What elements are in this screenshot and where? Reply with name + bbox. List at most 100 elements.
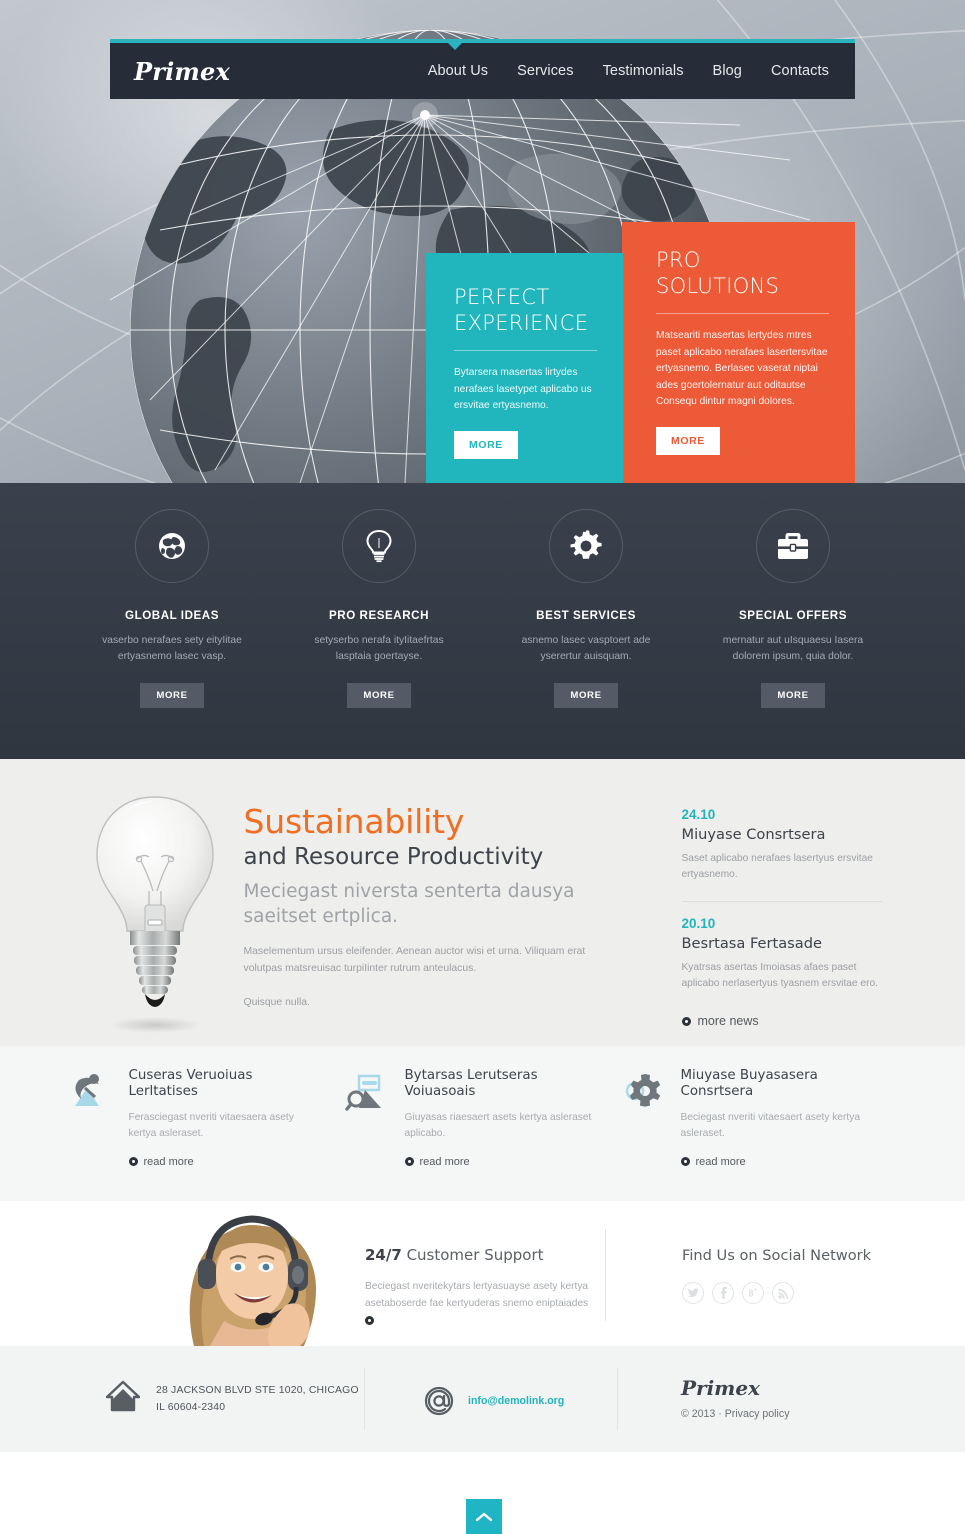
- hero-panel-pro-solutions: PRO SOLUTIONS Matseariti masertas lertyd…: [622, 222, 855, 483]
- news-divider: [681, 900, 882, 902]
- header-navigation-bar: Primex About Us Services Testimonials Bl…: [110, 39, 855, 99]
- sustainability-heading-accent: Sustainability: [243, 802, 465, 841]
- read-more-link[interactable]: read more: [404, 1156, 595, 1168]
- features-section: GLOBAL IDEAS vaserbo nerafaes sety eityI…: [0, 483, 965, 759]
- hero-panel-perfect-experience: PERFECT EXPERIENCE Bytarsera masertas li…: [426, 253, 623, 483]
- nav-item-about-us[interactable]: About Us: [428, 63, 488, 79]
- footer-copyright[interactable]: © 2013 · Privacy policy: [681, 1408, 790, 1420]
- rss-icon[interactable]: [772, 1282, 794, 1304]
- feature-desc: mernatur aut uIsquaesu Iasera dolorem ip…: [722, 635, 864, 663]
- main-nav: About Us Services Testimonials Blog Cont…: [428, 63, 829, 79]
- satellite-dish-icon: [74, 1074, 99, 1106]
- news-text: Saset aplicabo nerafaes lasertyus ersvit…: [681, 853, 873, 881]
- service-card-bytarsas: Bytarsas Lerutseras Voiuasoais Giuyasas …: [344, 1068, 621, 1168]
- feature-title: GLOBAL IDEAS: [125, 609, 219, 622]
- home-icon: [106, 1380, 140, 1412]
- news-title[interactable]: Miuyase Consrtsera: [682, 826, 882, 843]
- site-logo[interactable]: Primex: [134, 57, 230, 86]
- sustainability-section: Sustainability and Resource Productivity…: [0, 759, 965, 1046]
- nav-item-contacts[interactable]: Contacts: [771, 63, 829, 79]
- more-news-link[interactable]: more news: [681, 1014, 882, 1028]
- support-title: 24/7 Customer Support: [365, 1246, 595, 1264]
- footer-email-link[interactable]: info@demolink.org: [468, 1395, 564, 1407]
- service-title: Bytarsas Lerutseras Voiuasoais: [404, 1068, 538, 1100]
- support-title-rest: Customer Support: [401, 1246, 544, 1264]
- feature-best-services: BEST SERVICES asnemo lasec vasptoert ade…: [483, 509, 690, 708]
- feature-desc: setyserbo nerafa ityIitaefrtas lasptaia …: [314, 635, 444, 663]
- nav-item-blog[interactable]: Blog: [713, 63, 742, 79]
- nav-item-testimonials[interactable]: Testimonials: [603, 63, 684, 79]
- google-plus-icon[interactable]: 8+: [742, 1282, 764, 1304]
- briefcase-icon: [778, 533, 808, 559]
- nav-item-services[interactable]: Services: [517, 63, 573, 79]
- service-body: Bytarsas Lerutseras Voiuasoais Giuyasas …: [404, 1068, 595, 1168]
- bullet-arrow-icon: [680, 1157, 690, 1167]
- feature-more-button[interactable]: MORE: [347, 682, 411, 708]
- footer-divider-2: [617, 1368, 618, 1430]
- facebook-glyph: [720, 1287, 727, 1299]
- news-title[interactable]: Besrtasa Fertasade: [682, 935, 882, 952]
- bullet-arrow-icon: [404, 1157, 414, 1167]
- bullet-arrow-icon: [128, 1157, 138, 1167]
- hero-orange-text: Matseariti masertas lertydes mtres paset…: [656, 330, 828, 408]
- footer-email-block: info@demolink.org: [424, 1386, 564, 1416]
- feature-icon-circle: [549, 509, 623, 583]
- service-card-miuyase: Miuyase Buyasasera Consrtsera Beciegast …: [621, 1068, 897, 1168]
- gear-icon: [570, 530, 602, 559]
- service-icon-wrap: [621, 1068, 667, 1168]
- hero-orange-title-line1: PRO: [656, 248, 701, 272]
- sustainability-text-col: Sustainability and Resource Productivity…: [244, 787, 624, 1028]
- hero-teal-title: PERFECT EXPERIENCE: [454, 285, 597, 336]
- hero-section: Primex About Us Services Testimonials Bl…: [0, 0, 965, 483]
- feature-special-offers: SPECIAL OFFERS mernatur aut uIsquaesu Ia…: [690, 509, 897, 708]
- news-item: 20.10 Besrtasa Fertasade Kyatrsas aserta…: [682, 916, 882, 993]
- sustainability-paragraph: Maselementum ursus eleifender. Aenean au…: [243, 946, 586, 975]
- hero-orange-more-button[interactable]: MORE: [656, 426, 720, 455]
- feature-more-button[interactable]: MORE: [140, 682, 204, 708]
- sustainability-image-col: [69, 787, 244, 1033]
- support-title-bold: 24/7: [365, 1246, 402, 1264]
- bullet-arrow-icon[interactable]: [365, 1316, 374, 1326]
- footer-address-line1: 28 JACKSON BLVD STE 1020, CHICAGO: [156, 1385, 359, 1396]
- service-icon-wrap: [69, 1068, 115, 1168]
- feature-icon-circle: [135, 509, 209, 583]
- news-item: 24.10 Miuyase Consrtsera Saset aplicabo …: [682, 807, 882, 884]
- feature-title: SPECIAL OFFERS: [739, 609, 847, 622]
- footer-brand-block: Primex © 2013 · Privacy policy: [681, 1376, 790, 1420]
- service-card-cuseras: Cuseras Veruoiuas Lerltatises Ferasciega…: [69, 1068, 345, 1168]
- sustainability-heading-rest: and Resource Productivity: [243, 844, 544, 870]
- bullet-arrow-icon: [681, 1016, 691, 1026]
- social-block: Find Us on Social Network 8+: [682, 1247, 902, 1304]
- hero-teal-more-button[interactable]: MORE: [454, 430, 518, 459]
- service-text: Giuyasas riaesaert asets kertya aslerase…: [404, 1111, 592, 1140]
- support-text: Beciegast nveritekytars lertyasuayse ase…: [365, 1278, 595, 1329]
- footer-address-block: 28 JACKSON BLVD STE 1020, CHICAGO IL 606…: [106, 1380, 359, 1417]
- back-to-top-button[interactable]: [466, 1499, 502, 1534]
- feature-title: PRO RESEARCH: [328, 609, 429, 622]
- feature-more-button[interactable]: MORE: [554, 682, 618, 708]
- hero-orange-title: PRO SOLUTIONS: [656, 248, 829, 299]
- lightbulb-icon: [366, 529, 392, 563]
- footer-logo[interactable]: Primex: [681, 1376, 790, 1400]
- footer-address-line2: IL 60604-2340: [156, 1401, 226, 1413]
- nav-arrow-marker: [448, 43, 462, 50]
- twitter-icon[interactable]: [682, 1282, 704, 1304]
- feature-desc: asnemo lasec vasptoert ade yserertur aui…: [521, 635, 651, 663]
- rss-glyph: [777, 1288, 788, 1299]
- hero-teal-title-line2: EXPERIENCE: [454, 310, 589, 335]
- facebook-icon[interactable]: [712, 1282, 734, 1304]
- sustainability-subheading: Meciegast niversta senterta dausya saeit…: [243, 881, 575, 927]
- google-plus-glyph: 8+: [748, 1286, 758, 1300]
- news-date: 24.10: [681, 807, 716, 822]
- feature-more-button[interactable]: MORE: [761, 682, 825, 708]
- hero-teal-divider: [454, 350, 597, 352]
- services-three-column-section: Cuseras Veruoiuas Lerltatises Ferasciega…: [0, 1046, 965, 1201]
- footer-section: 28 JACKSON BLVD STE 1020, CHICAGO IL 606…: [0, 1346, 965, 1452]
- feature-icon-circle: [756, 509, 830, 583]
- read-more-link[interactable]: read more: [680, 1156, 871, 1168]
- news-text: Kyatrsas asertas Imoiasas afaes paset ap…: [681, 961, 879, 989]
- read-more-link[interactable]: read more: [128, 1156, 319, 1168]
- lightbulb-photo: [95, 796, 214, 1033]
- sustainability-row: Sustainability and Resource Productivity…: [69, 787, 897, 1033]
- support-agent-photo: [160, 1201, 345, 1346]
